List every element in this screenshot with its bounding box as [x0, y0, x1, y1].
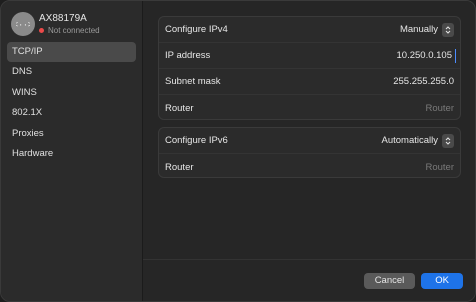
configure-ipv4-value: Manually [399, 24, 438, 35]
router-ipv6-field: Router [425, 161, 454, 173]
main-panel: Configure IPv4 Manually IP address 10.25… [143, 1, 475, 301]
router-ipv6-row: Router Router [159, 154, 460, 180]
subnet-mask-row: Subnet mask 255.255.255.0 [159, 69, 460, 95]
chevron-updown-icon [442, 22, 454, 37]
device-name: AX88179A [39, 13, 87, 24]
configure-ipv4-label: Configure IPv4 [165, 24, 228, 35]
ethernet-adapter-icon: <··> [11, 12, 35, 36]
router-ipv4-label: Router [165, 102, 194, 114]
sidebar-item-proxies[interactable]: Proxies [7, 124, 136, 144]
text-caret [455, 49, 456, 63]
configure-ipv6-value: Automatically [381, 135, 439, 146]
configure-ipv4-popup[interactable]: Manually [399, 22, 454, 37]
ip-address-field[interactable] [334, 50, 454, 61]
ok-button[interactable]: OK [421, 273, 463, 289]
configure-ipv6-row: Configure IPv6 Automatically [159, 128, 460, 154]
router-ipv4-row: Router Router [159, 95, 460, 121]
configure-ipv4-row: Configure IPv4 Manually [159, 17, 460, 43]
sidebar-item-8021x[interactable]: 802.1X [7, 103, 136, 123]
sidebar: <··> AX88179A Not connected TCP/IP DNS W… [1, 1, 143, 301]
svg-text:<··>: <··> [16, 21, 30, 29]
ipv4-group: Configure IPv4 Manually IP address 10.25… [158, 16, 461, 120]
configure-ipv6-label: Configure IPv6 [165, 135, 228, 146]
ipv6-group: Configure IPv6 Automatically Router Rout… [158, 127, 461, 178]
status-dot-icon [39, 28, 44, 33]
footer-divider [143, 259, 475, 260]
dialog-footer: Cancel OK [363, 273, 463, 289]
sidebar-item-wins[interactable]: WINS [7, 83, 136, 103]
configure-ipv6-popup[interactable]: Automatically [381, 133, 454, 148]
chevron-updown-icon [442, 133, 454, 148]
sidebar-nav: TCP/IP DNS WINS 802.1X Proxies Hardware [7, 42, 136, 164]
cancel-button[interactable]: Cancel [363, 273, 416, 289]
device-header: <··> AX88179A Not connected [11, 12, 139, 38]
device-status-text: Not connected [48, 26, 100, 35]
router-ipv6-label: Router [165, 161, 194, 173]
subnet-mask-field[interactable]: 255.255.255.0 [393, 76, 454, 87]
network-settings-window: <··> AX88179A Not connected TCP/IP DNS W… [0, 0, 476, 302]
subnet-mask-label: Subnet mask [165, 76, 221, 87]
sidebar-item-dns[interactable]: DNS [7, 62, 136, 82]
ip-address-row: IP address [159, 43, 460, 69]
sidebar-item-tcpip[interactable]: TCP/IP [7, 42, 136, 62]
sidebar-item-hardware[interactable]: Hardware [7, 144, 136, 164]
router-ipv4-field[interactable]: Router [425, 103, 454, 114]
ip-address-label: IP address [165, 50, 211, 61]
device-status: Not connected [39, 26, 100, 35]
